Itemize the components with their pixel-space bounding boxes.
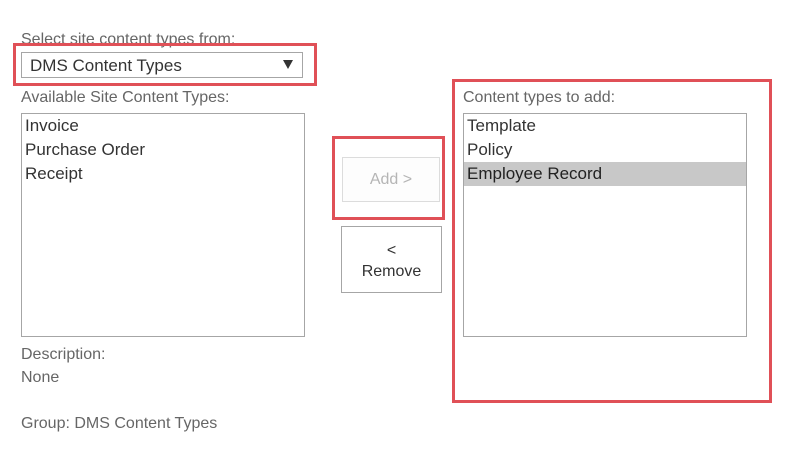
select-source-label: Select site content types from: bbox=[21, 31, 236, 48]
description-label: Description: bbox=[21, 346, 106, 363]
content-type-source-dropdown[interactable]: DMS Content Types bbox=[21, 52, 303, 78]
content-type-picker: Select site content types from: DMS Cont… bbox=[0, 0, 809, 460]
description-value: None bbox=[21, 369, 60, 386]
available-types-listbox[interactable]: Invoice Purchase Order Receipt bbox=[21, 113, 305, 337]
remove-button-label: Remove bbox=[361, 263, 422, 280]
list-item[interactable]: Receipt bbox=[22, 162, 304, 186]
list-item[interactable]: Purchase Order bbox=[22, 138, 304, 162]
list-item[interactable]: Invoice bbox=[22, 114, 304, 138]
list-item[interactable]: Template bbox=[464, 114, 746, 138]
group-label: Group: DMS Content Types bbox=[21, 415, 218, 432]
types-to-add-listbox[interactable]: Template Policy Employee Record bbox=[463, 113, 747, 337]
dropdown-selected-value: DMS Content Types bbox=[30, 56, 182, 75]
remove-button[interactable]: < Remove bbox=[341, 226, 442, 293]
list-item[interactable]: Policy bbox=[464, 138, 746, 162]
types-to-add-label: Content types to add: bbox=[463, 89, 616, 106]
remove-arrow-icon: < bbox=[386, 242, 397, 259]
dropdown-arrow-icon[interactable] bbox=[283, 60, 293, 69]
add-button[interactable]: Add > bbox=[342, 157, 440, 202]
list-item-selected[interactable]: Employee Record bbox=[464, 162, 746, 186]
available-types-label: Available Site Content Types: bbox=[21, 89, 230, 106]
